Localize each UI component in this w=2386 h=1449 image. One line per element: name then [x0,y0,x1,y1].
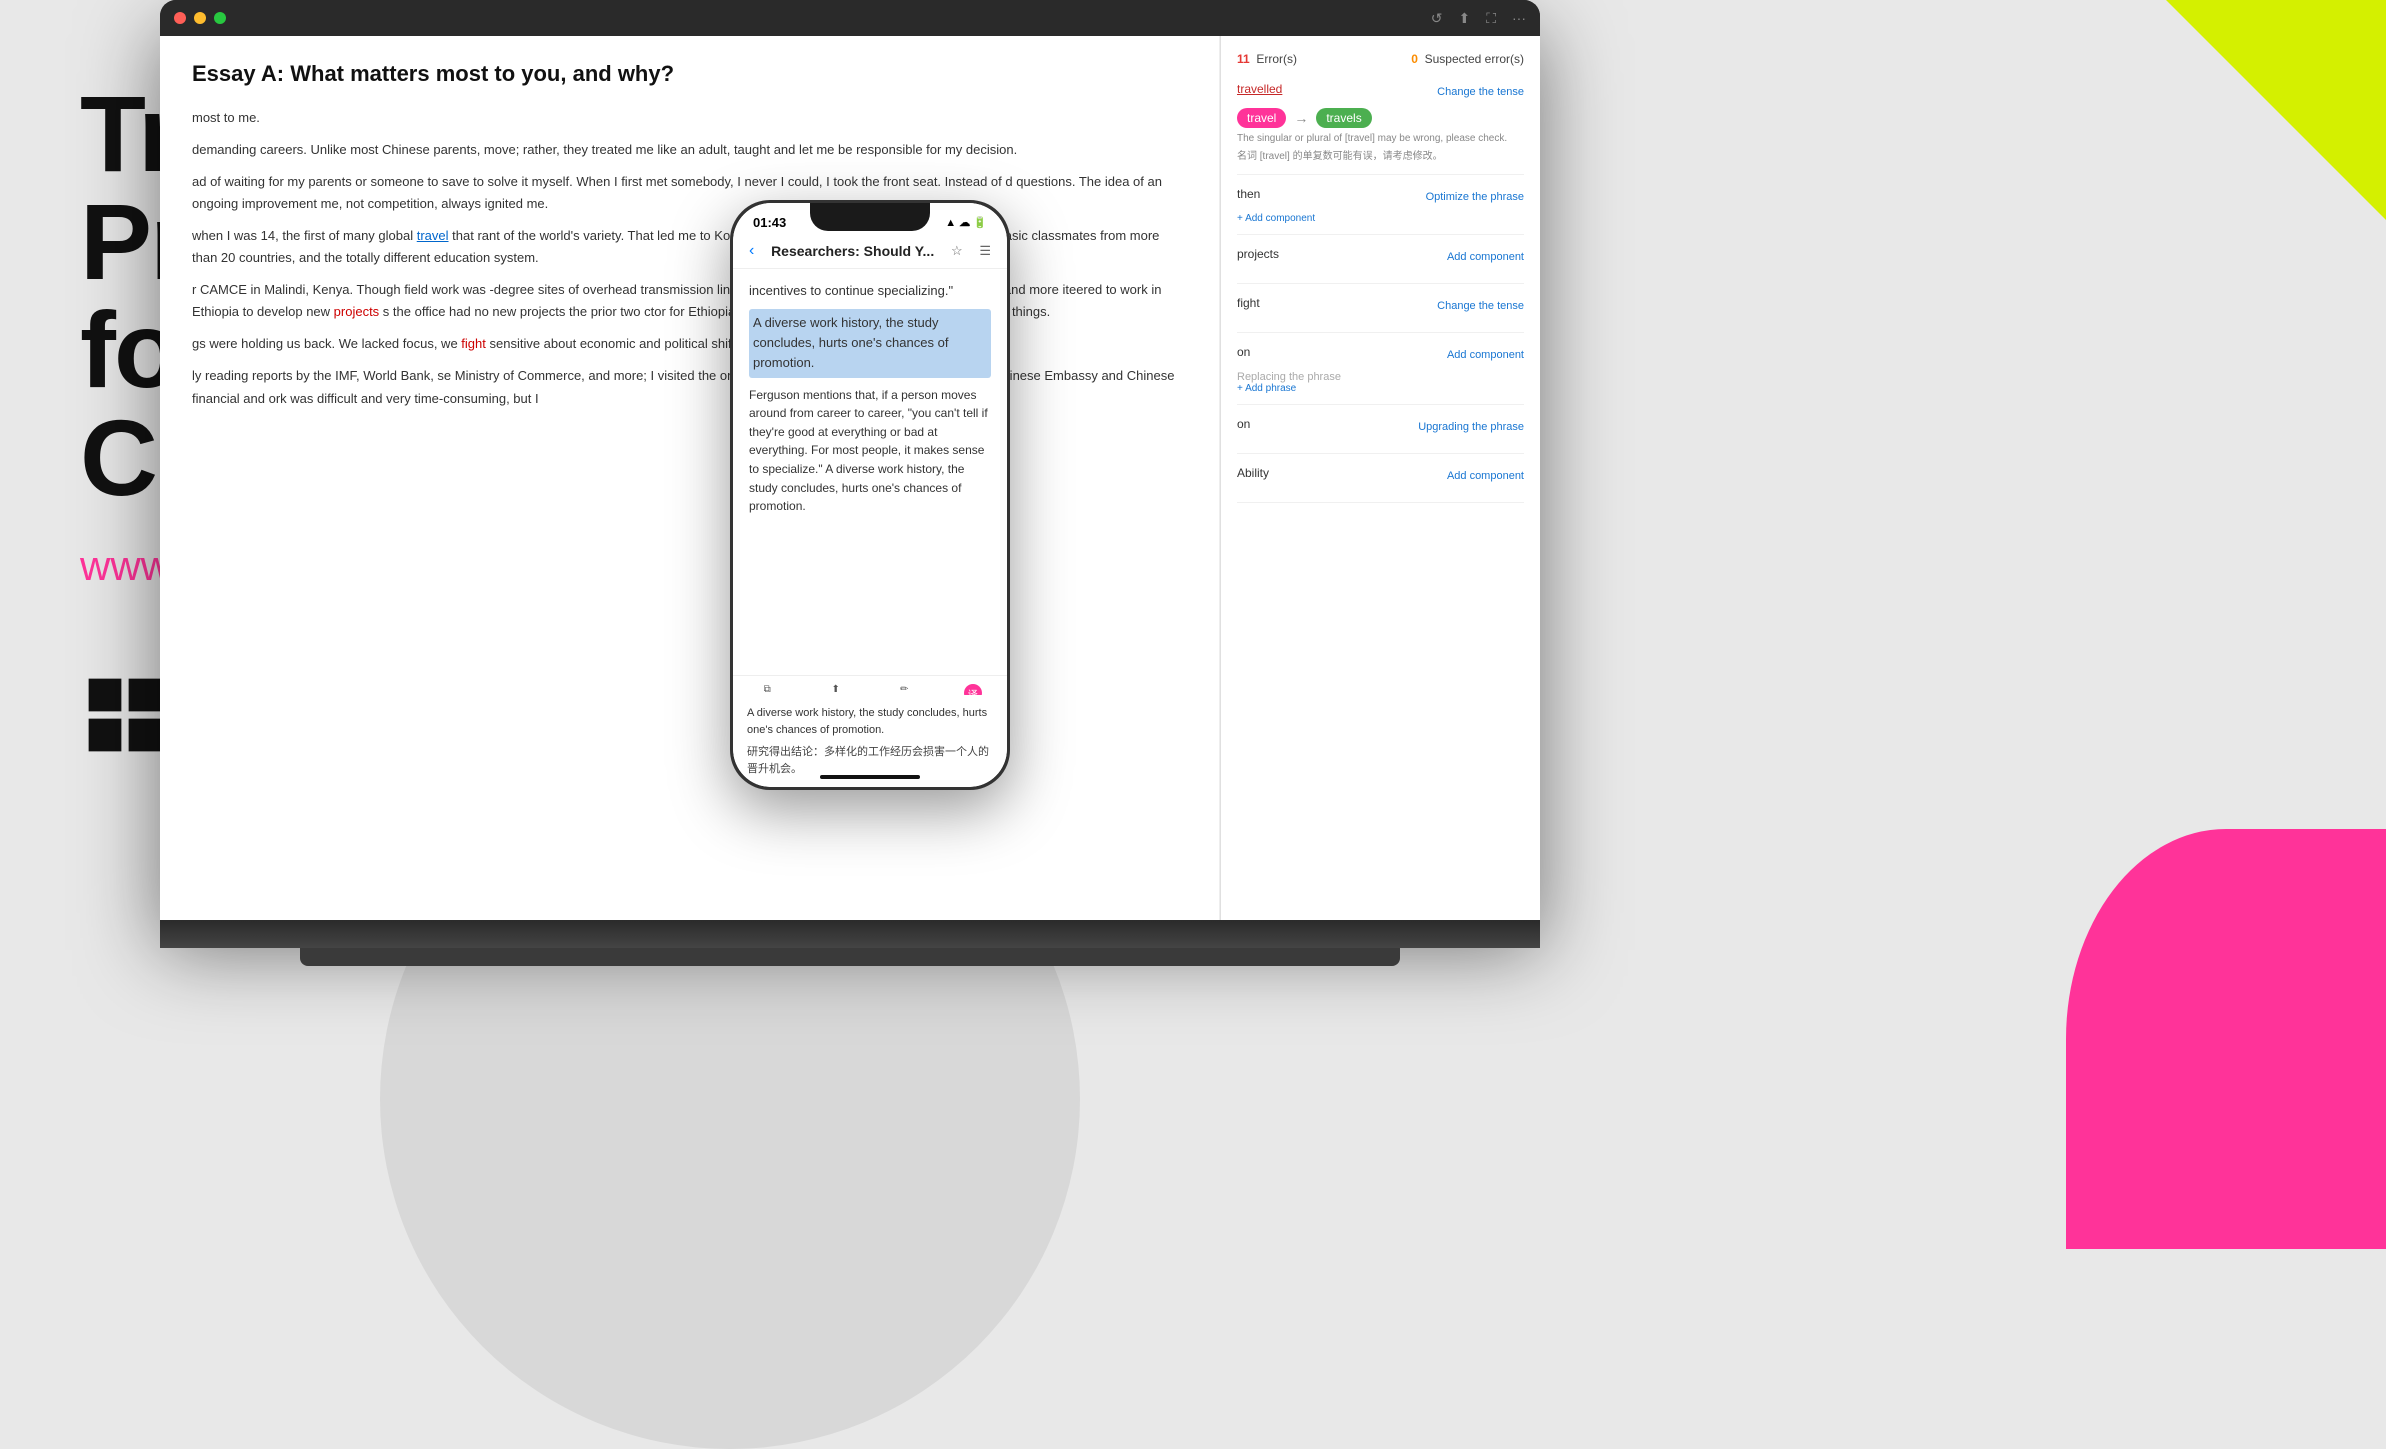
panel-item-then: then Optimize the phrase + Add component [1237,187,1524,235]
phone-translation-box: A diverse work history, the study conclu… [733,695,1007,787]
fight-word: fight [461,336,486,351]
panel-header: 11 Error(s) 0 Suspected error(s) [1237,52,1524,66]
phone-home-indicator [820,775,920,779]
action-change-tense-fight[interactable]: Change the tense [1437,300,1524,312]
travel-word: travel [417,228,449,243]
phone-icons: ▲ ☁ 🔋 [945,216,987,229]
panel-item-on: on Add component Replacing the phrase + … [1237,345,1524,405]
action-upgrade-on[interactable]: Upgrading the phrase [1418,421,1524,433]
error-count-display: 11 Error(s) [1237,52,1297,66]
phone-menu-icon[interactable]: ☰ [979,243,991,259]
proofread-panel: 11 Error(s) 0 Suspected error(s) travell… [1220,36,1540,920]
panel-item-on-upgrade: on Upgrading the phrase [1237,417,1524,454]
bg-pink-shape [2066,829,2386,1249]
word-travels[interactable]: travels [1316,108,1371,128]
word-travel[interactable]: travel [1237,108,1286,128]
phone-nav-bar: ‹ Researchers: Should Y... ☆ ☰ [733,234,1007,269]
action-change-tense-travelled[interactable]: Change the tense [1437,86,1524,98]
windows-icon [80,670,170,760]
add-component-then[interactable]: + Add component [1237,213,1524,224]
phone-mockup: 01:43 ▲ ☁ 🔋 ‹ Researchers: Should Y... ☆… [730,200,1010,790]
action-optimize-then[interactable]: Optimize the phrase [1426,191,1524,203]
suspect-count-display: 0 Suspected error(s) [1411,52,1524,66]
panel-item-ability: Ability Add component [1237,466,1524,503]
phone-time: 01:43 [753,215,786,230]
essay-title: Essay A: What matters most to you, and w… [192,60,1187,89]
phone-bookmark-icon[interactable]: ☆ [951,243,963,259]
panel-item-projects: projects Add component [1237,247,1524,284]
reload-icon[interactable]: ↺ [1431,10,1443,27]
share-icon[interactable]: ⬆ [1458,10,1470,27]
laptop-base [300,948,1400,966]
replacing-phrase: Replacing the phrase [1237,371,1524,383]
titlebar-icons: ↺ ⬆ ⛶ ··· [1431,10,1526,27]
word-travelled: travelled [1237,82,1282,96]
phone-highlighted-text: A diverse work history, the study conclu… [749,309,991,377]
phone-content: incentives to continue specializing." A … [733,269,1007,528]
phone-nav-title: Researchers: Should Y... [771,243,934,259]
action-add-projects[interactable]: Add component [1447,251,1524,263]
panel-item-travelled: travelled Change the tense travel → trav… [1237,82,1524,175]
phone-back-icon[interactable]: ‹ [749,242,754,260]
phone-notch [810,203,930,231]
phone-screen: 01:43 ▲ ☁ 🔋 ‹ Researchers: Should Y... ☆… [733,203,1007,787]
projects-word: projects [334,304,380,319]
expand-icon[interactable]: ⛶ [1486,10,1496,27]
phone-translation-cn: 研究得出结论：多样化的工作经历会损害一个人的晋升机会。 [747,744,993,777]
arrow-icon: → [1294,110,1308,126]
phone-body-text: Ferguson mentions that, if a person move… [749,386,991,516]
phone-translation-en: A diverse work history, the study conclu… [747,705,993,738]
titlebar-minimize[interactable] [194,12,206,24]
action-add-ability[interactable]: Add component [1447,470,1524,482]
titlebar-close[interactable] [174,12,186,24]
desktop-titlebar: ↺ ⬆ ⛶ ··· [160,0,1540,36]
editor-main: Essay A: What matters most to you, and w… [160,36,1220,920]
essay-body: most to me. demanding careers. Unlike mo… [192,107,1187,420]
laptop-stand [160,920,1540,948]
more-icon[interactable]: ··· [1512,10,1526,27]
panel-item-fight: fight Change the tense [1237,296,1524,333]
titlebar-maximize[interactable] [214,12,226,24]
add-phrase[interactable]: + Add phrase [1237,383,1524,394]
action-add-on[interactable]: Add component [1447,349,1524,361]
bg-yellow-triangle [2166,0,2386,220]
